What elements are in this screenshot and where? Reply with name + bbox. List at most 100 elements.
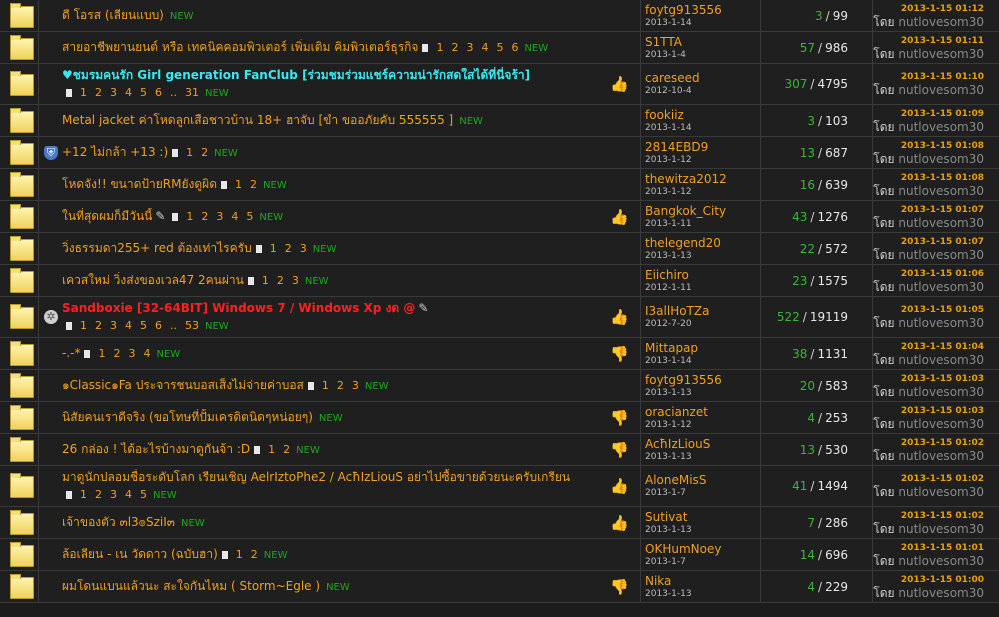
thread-title-link[interactable]: Sandboxie [32-64BIT] Windows 7 / Windows… [62, 301, 415, 315]
last-post-user[interactable]: nutlovesom30 [898, 216, 984, 230]
last-post-date[interactable]: 2013-1-15 01:05 [901, 304, 984, 316]
last-post-user[interactable]: nutlovesom30 [898, 280, 984, 294]
page-link[interactable]: 4 [231, 210, 238, 223]
page-link[interactable]: 4 [125, 488, 132, 501]
author-link[interactable]: Mittapap [645, 341, 765, 355]
thread-title-link[interactable]: ๑Classic๑Fa ประจารชนบอสเส็งไม่จ่ายค่าบอส [62, 378, 304, 392]
last-post-date[interactable]: 2013-1-15 01:08 [901, 172, 984, 184]
last-post-user[interactable]: nutlovesom30 [898, 485, 984, 499]
author-link[interactable]: fookiiz [645, 108, 765, 122]
page-link[interactable]: 1 [268, 443, 275, 456]
page-link[interactable]: 5 [496, 41, 503, 54]
last-post-date[interactable]: 2013-1-15 01:08 [901, 140, 984, 152]
last-post-user[interactable]: nutlovesom30 [898, 83, 984, 97]
page-link[interactable]: 1 [322, 379, 329, 392]
thread-title-link[interactable]: Metal jacket ค่าโหดลูกเสือชาวบ้าน 18+ ฮา… [62, 113, 453, 127]
last-post-date[interactable]: 2013-1-15 01:01 [901, 542, 984, 554]
last-post-user[interactable]: nutlovesom30 [898, 120, 984, 134]
page-link[interactable]: 2 [451, 41, 458, 54]
last-post-date[interactable]: 2013-1-15 01:00 [901, 574, 984, 586]
last-post-date[interactable]: 2013-1-15 01:04 [901, 341, 984, 353]
last-post-date[interactable]: 2013-1-15 01:11 [901, 35, 984, 47]
author-link[interactable]: Sutivat [645, 510, 765, 524]
thread-title-link[interactable]: สายอาชีพยานยนต์ หรือ เทคนิคคอมพิวเตอร์ เ… [62, 40, 418, 54]
thread-title-link[interactable]: -.-* [62, 346, 80, 360]
last-post-date[interactable]: 2013-1-15 01:02 [901, 510, 984, 522]
page-link[interactable]: 1 [262, 274, 269, 287]
page-link[interactable]: 3 [216, 210, 223, 223]
page-link[interactable]: 4 [481, 41, 488, 54]
last-post-user[interactable]: nutlovesom30 [898, 522, 984, 536]
page-link[interactable]: 3 [466, 41, 473, 54]
page-link[interactable]: 3 [110, 86, 117, 99]
last-post-date[interactable]: 2013-1-15 01:10 [901, 71, 984, 83]
last-post-date[interactable]: 2013-1-15 01:02 [901, 437, 984, 449]
page-link[interactable]: 6 [155, 319, 162, 332]
page-link[interactable]: 2 [283, 443, 290, 456]
page-link[interactable]: 4 [125, 86, 132, 99]
page-link[interactable]: 2 [285, 242, 292, 255]
page-link[interactable]: 4 [143, 347, 150, 360]
author-link[interactable]: foytg913556 [645, 3, 765, 17]
page-link[interactable]: 3 [110, 319, 117, 332]
thread-title-link[interactable]: วิ่งธรรมดา255+ red ต้องเท่าไรครับ [62, 241, 252, 255]
last-post-date[interactable]: 2013-1-15 01:03 [901, 373, 984, 385]
thread-title-link[interactable]: ในที่สุดผมก็มีวันนี้ [62, 209, 152, 223]
thread-title-link[interactable]: ♥ชมรมคนรัก Girl generation FanClub [ร่วม… [62, 68, 530, 82]
page-link[interactable]: 1 [98, 347, 105, 360]
page-link[interactable]: 3 [110, 488, 117, 501]
author-link[interactable]: OKHumNoey [645, 542, 765, 556]
author-link[interactable]: thelegend20 [645, 236, 765, 250]
page-link[interactable]: 2 [201, 210, 208, 223]
last-post-user[interactable]: nutlovesom30 [898, 449, 984, 463]
thread-title-link[interactable]: ดี โอรส (เลียนแบบ) [62, 8, 164, 22]
page-link[interactable]: 6 [155, 86, 162, 99]
page-link[interactable]: 5 [140, 488, 147, 501]
page-link[interactable]: 1 [236, 548, 243, 561]
page-link[interactable]: 2 [251, 548, 258, 561]
author-link[interactable]: foytg913556 [645, 373, 765, 387]
page-link[interactable]: 3 [128, 347, 135, 360]
author-link[interactable]: oracianzet [645, 405, 765, 419]
page-link[interactable]: 53 [185, 319, 199, 332]
author-link[interactable]: AcħIzLiouS [645, 437, 765, 451]
last-post-user[interactable]: nutlovesom30 [898, 248, 984, 262]
author-link[interactable]: Bangkok_City [645, 204, 765, 218]
thread-title-link[interactable]: ผมโดนแบนแล้วนะ สะใจกันไหม ( Storm~Egle ) [62, 579, 320, 593]
page-link[interactable]: 4 [125, 319, 132, 332]
page-link[interactable]: 5 [140, 86, 147, 99]
page-link[interactable]: 5 [246, 210, 253, 223]
last-post-user[interactable]: nutlovesom30 [898, 316, 984, 330]
thread-title-link[interactable]: นิสัยคนเราดีจริง (ขอโทษที่ปั้มเครดิตนิดๆ… [62, 410, 313, 424]
author-link[interactable]: I3allHoTZa [645, 304, 765, 318]
page-link[interactable]: 2 [201, 146, 208, 159]
author-link[interactable]: careseed [645, 71, 765, 85]
page-link[interactable]: 3 [292, 274, 299, 287]
page-link[interactable]: 2 [113, 347, 120, 360]
last-post-user[interactable]: nutlovesom30 [898, 152, 984, 166]
page-link[interactable]: 1 [436, 41, 443, 54]
page-link[interactable]: 1 [235, 178, 242, 191]
author-link[interactable]: 2814EBD9 [645, 140, 765, 154]
author-link[interactable]: S1TTA [645, 35, 765, 49]
thread-title-link[interactable]: เควสใหม่ วิ่งส่งของเวล47 2คนผ่าน [62, 273, 244, 287]
thread-title-link[interactable]: +12 ไม่กล้า +13 :) [62, 145, 168, 159]
last-post-date[interactable]: 2013-1-15 01:09 [901, 108, 984, 120]
page-link[interactable]: 2 [250, 178, 257, 191]
last-post-date[interactable]: 2013-1-15 01:12 [901, 3, 984, 15]
author-link[interactable]: Eiichiro [645, 268, 765, 282]
author-link[interactable]: thewitza2012 [645, 172, 765, 186]
last-post-user[interactable]: nutlovesom30 [898, 47, 984, 61]
page-link[interactable]: 1 [186, 146, 193, 159]
page-link[interactable]: 2 [95, 86, 102, 99]
page-link[interactable]: 2 [337, 379, 344, 392]
thread-title-link[interactable]: โหดจัง!! ขนาดป้ายRMยังดูผิด [62, 177, 217, 191]
last-post-date[interactable]: 2013-1-15 01:03 [901, 405, 984, 417]
page-link[interactable]: 2 [95, 319, 102, 332]
last-post-user[interactable]: nutlovesom30 [898, 586, 984, 600]
last-post-date[interactable]: 2013-1-15 01:07 [901, 236, 984, 248]
page-link[interactable]: 31 [185, 86, 199, 99]
thread-title-link[interactable]: เจ้าของตัว ๓l3๏SziI๓ [62, 515, 175, 529]
page-link[interactable]: 6 [511, 41, 518, 54]
page-link[interactable]: 1 [80, 319, 87, 332]
